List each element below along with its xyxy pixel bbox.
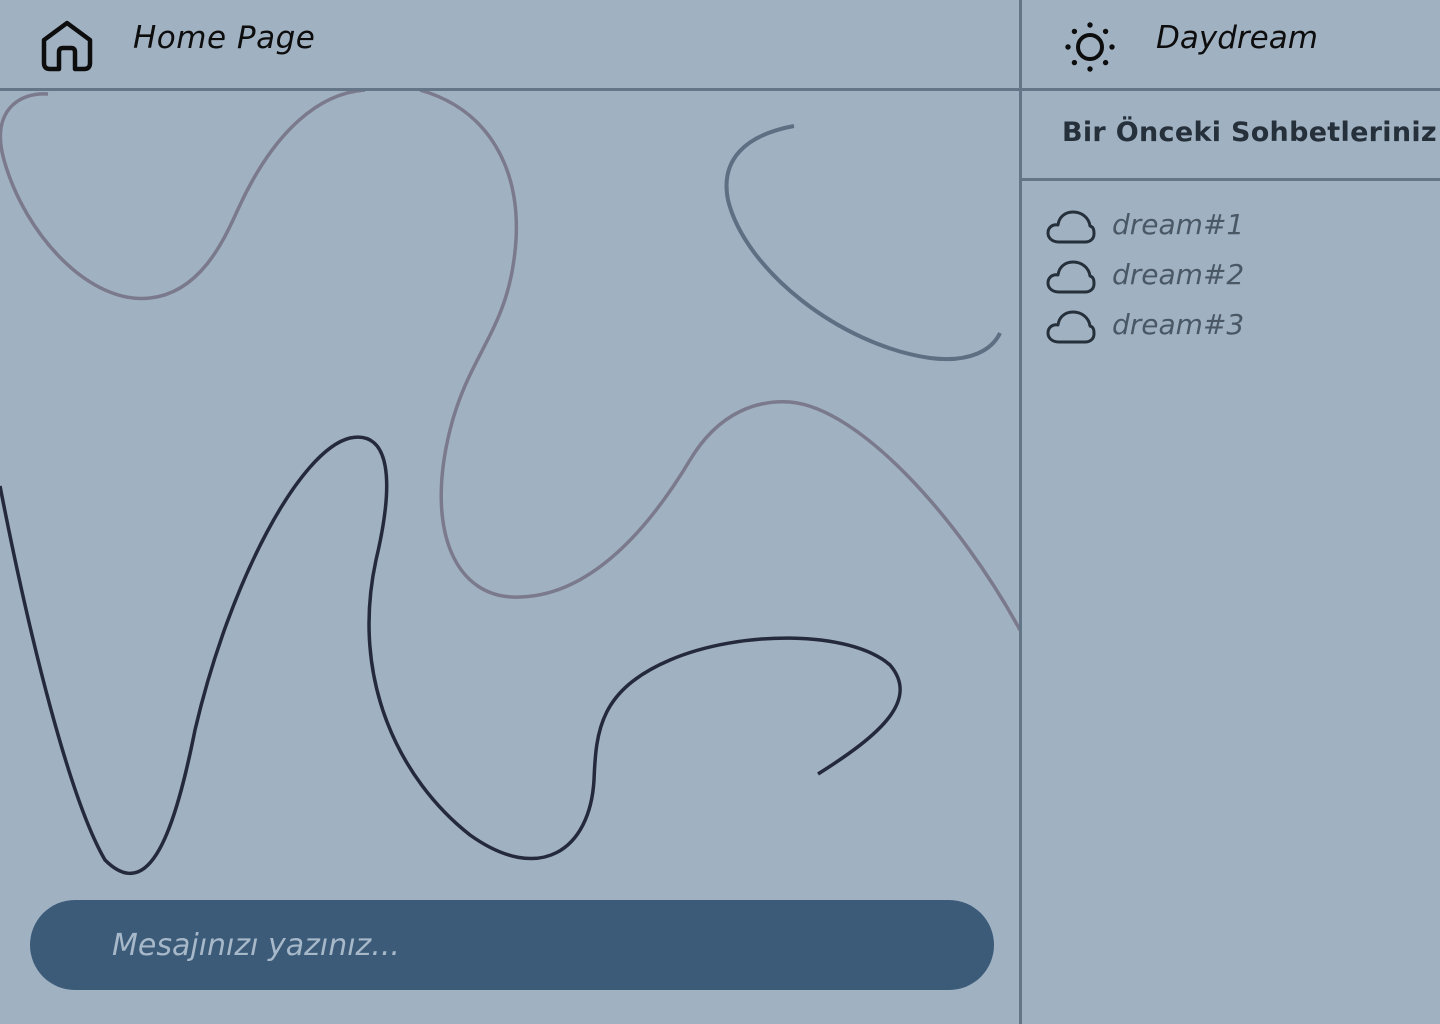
chat-area: Home Page [0, 0, 1020, 1024]
sidebar-header: Daydream [1022, 0, 1440, 91]
history-item-dream-2[interactable]: dream#2 [1022, 250, 1440, 300]
home-button[interactable] [38, 18, 96, 74]
theme-toggle-button[interactable] [1062, 19, 1118, 75]
top-bar: Home Page [0, 0, 1020, 91]
chat-history-list: dream#1 dream#2 dream#3 [1022, 200, 1440, 350]
history-section-title: Bir Önceki Sohbetleriniz [1062, 117, 1437, 148]
cloud-icon [1046, 208, 1096, 246]
history-item-dream-3[interactable]: dream#3 [1022, 300, 1440, 350]
history-item-label: dream#2 [1112, 258, 1245, 291]
decorative-curve-2 [724, 124, 1002, 361]
cloud-icon [1046, 258, 1096, 296]
message-input[interactable] [112, 900, 952, 990]
message-composer[interactable] [30, 900, 994, 990]
sidebar: Daydream Bir Önceki Sohbetleriniz dream#… [1019, 0, 1440, 1024]
cloud-icon [1046, 308, 1096, 346]
history-item-label: dream#3 [1112, 308, 1245, 341]
app-brand: Daydream [1156, 20, 1318, 56]
decorative-curve-3 [0, 435, 902, 876]
history-item-dream-1[interactable]: dream#1 [1022, 200, 1440, 250]
history-section-header: Bir Önceki Sohbetleriniz [1022, 91, 1440, 181]
decorative-curve-1 [0, 88, 1020, 631]
home-icon [41, 20, 93, 72]
page-title: Home Page [133, 20, 316, 56]
sun-icon [1065, 22, 1115, 72]
decorative-curves [0, 88, 1020, 876]
history-item-label: dream#1 [1112, 208, 1245, 241]
